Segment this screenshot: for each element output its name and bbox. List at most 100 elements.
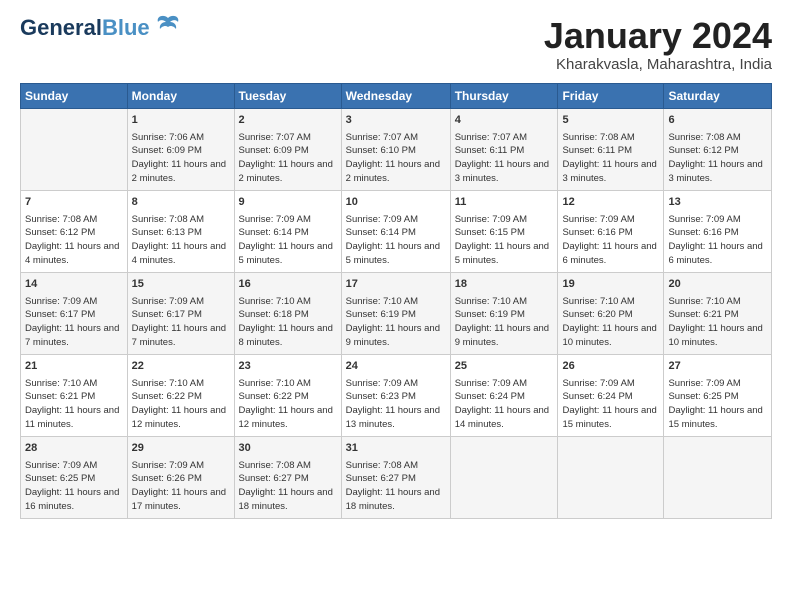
cell-content: Sunrise: 7:09 AM Sunset: 6:24 PM Dayligh… xyxy=(455,377,554,432)
cell-content: Sunrise: 7:09 AM Sunset: 6:14 PM Dayligh… xyxy=(346,213,446,268)
day-number: 29 xyxy=(132,441,230,457)
location: Kharakvasla, Maharashtra, India xyxy=(544,56,772,73)
cell-content: Sunrise: 7:08 AM Sunset: 6:11 PM Dayligh… xyxy=(562,131,659,186)
day-header-tuesday: Tuesday xyxy=(234,83,341,108)
cell-content: Sunrise: 7:09 AM Sunset: 6:23 PM Dayligh… xyxy=(346,377,446,432)
cell-content: Sunrise: 7:09 AM Sunset: 6:16 PM Dayligh… xyxy=(562,213,659,268)
calendar-cell: 18 Sunrise: 7:10 AM Sunset: 6:19 PM Dayli… xyxy=(450,272,558,354)
cell-content: Sunrise: 7:10 AM Sunset: 6:19 PM Dayligh… xyxy=(346,295,446,350)
day-number: 31 xyxy=(346,441,446,457)
day-number: 30 xyxy=(239,441,337,457)
page: GeneralBlue January 2024 Kharakvasla, Ma… xyxy=(0,0,792,529)
day-number: 9 xyxy=(239,195,337,211)
logo-bird-icon xyxy=(154,12,182,40)
calendar-cell: 6 Sunrise: 7:08 AM Sunset: 6:12 PM Daylig… xyxy=(664,108,772,190)
cell-content: Sunrise: 7:09 AM Sunset: 6:25 PM Dayligh… xyxy=(668,377,767,432)
day-number: 11 xyxy=(455,195,554,211)
calendar-cell: 5Sunrise: 7:08 AM Sunset: 6:11 PM Daylig… xyxy=(558,108,664,190)
calendar-cell: 28 Sunrise: 7:09 AM Sunset: 6:25 PM Dayli… xyxy=(21,436,128,518)
logo: GeneralBlue xyxy=(20,16,182,40)
day-number: 26 xyxy=(562,359,659,375)
day-number: 13 xyxy=(668,195,767,211)
week-row-4: 21 Sunrise: 7:10 AM Sunset: 6:21 PM Dayli… xyxy=(21,354,772,436)
calendar-cell: 2Sunrise: 7:07 AM Sunset: 6:09 PM Daylig… xyxy=(234,108,341,190)
day-number: 8 xyxy=(132,195,230,211)
cell-content: Sunrise: 7:07 AM Sunset: 6:10 PM Dayligh… xyxy=(346,131,446,186)
cell-content: Sunrise: 7:09 AM Sunset: 6:16 PM Dayligh… xyxy=(668,213,767,268)
cell-content: Sunrise: 7:08 AM Sunset: 6:12 PM Dayligh… xyxy=(25,213,123,268)
cell-content: Sunrise: 7:07 AM Sunset: 6:09 PM Dayligh… xyxy=(239,131,337,186)
calendar-cell: 19 Sunrise: 7:10 AM Sunset: 6:20 PM Dayli… xyxy=(558,272,664,354)
calendar-cell: 10 Sunrise: 7:09 AM Sunset: 6:14 PM Dayli… xyxy=(341,190,450,272)
cell-content: Sunrise: 7:10 AM Sunset: 6:18 PM Dayligh… xyxy=(239,295,337,350)
calendar-cell: 14 Sunrise: 7:09 AM Sunset: 6:17 PM Dayli… xyxy=(21,272,128,354)
cell-content: Sunrise: 7:10 AM Sunset: 6:19 PM Dayligh… xyxy=(455,295,554,350)
day-number: 7 xyxy=(25,195,123,211)
calendar-table: SundayMondayTuesdayWednesdayThursdayFrid… xyxy=(20,83,772,519)
day-number: 21 xyxy=(25,359,123,375)
cell-content: Sunrise: 7:08 AM Sunset: 6:13 PM Dayligh… xyxy=(132,213,230,268)
day-header-wednesday: Wednesday xyxy=(341,83,450,108)
day-number: 18 xyxy=(455,277,554,293)
day-number: 22 xyxy=(132,359,230,375)
day-number: 25 xyxy=(455,359,554,375)
day-number: 28 xyxy=(25,441,123,457)
cell-content: Sunrise: 7:10 AM Sunset: 6:22 PM Dayligh… xyxy=(239,377,337,432)
day-number: 20 xyxy=(668,277,767,293)
cell-content: Sunrise: 7:09 AM Sunset: 6:15 PM Dayligh… xyxy=(455,213,554,268)
calendar-cell: 21 Sunrise: 7:10 AM Sunset: 6:21 PM Dayli… xyxy=(21,354,128,436)
day-header-friday: Friday xyxy=(558,83,664,108)
cell-content: Sunrise: 7:09 AM Sunset: 6:26 PM Dayligh… xyxy=(132,459,230,514)
day-number: 6 xyxy=(668,113,767,129)
day-number: 24 xyxy=(346,359,446,375)
calendar-cell: 26 Sunrise: 7:09 AM Sunset: 6:24 PM Dayli… xyxy=(558,354,664,436)
month-title: January 2024 xyxy=(544,16,772,56)
calendar-cell: 12 Sunrise: 7:09 AM Sunset: 6:16 PM Dayli… xyxy=(558,190,664,272)
calendar-cell: 30 Sunrise: 7:08 AM Sunset: 6:27 PM Dayli… xyxy=(234,436,341,518)
day-number: 19 xyxy=(562,277,659,293)
day-number: 27 xyxy=(668,359,767,375)
cell-content: Sunrise: 7:09 AM Sunset: 6:17 PM Dayligh… xyxy=(132,295,230,350)
cell-content: Sunrise: 7:06 AM Sunset: 6:09 PM Dayligh… xyxy=(132,131,230,186)
cell-content: Sunrise: 7:10 AM Sunset: 6:21 PM Dayligh… xyxy=(668,295,767,350)
calendar-cell: 22Sunrise: 7:10 AM Sunset: 6:22 PM Dayli… xyxy=(127,354,234,436)
calendar-cell: 13 Sunrise: 7:09 AM Sunset: 6:16 PM Dayli… xyxy=(664,190,772,272)
cell-content: Sunrise: 7:09 AM Sunset: 6:24 PM Dayligh… xyxy=(562,377,659,432)
calendar-cell: 31Sunrise: 7:08 AM Sunset: 6:27 PM Dayli… xyxy=(341,436,450,518)
day-number: 10 xyxy=(346,195,446,211)
calendar-cell: 17Sunrise: 7:10 AM Sunset: 6:19 PM Dayli… xyxy=(341,272,450,354)
day-header-saturday: Saturday xyxy=(664,83,772,108)
calendar-cell: 24 Sunrise: 7:09 AM Sunset: 6:23 PM Dayli… xyxy=(341,354,450,436)
calendar-cell: 8 Sunrise: 7:08 AM Sunset: 6:13 PM Daylig… xyxy=(127,190,234,272)
calendar-cell: 3Sunrise: 7:07 AM Sunset: 6:10 PM Daylig… xyxy=(341,108,450,190)
calendar-cell xyxy=(664,436,772,518)
calendar-cell: 15 Sunrise: 7:09 AM Sunset: 6:17 PM Dayli… xyxy=(127,272,234,354)
day-number: 15 xyxy=(132,277,230,293)
calendar-cell: 16 Sunrise: 7:10 AM Sunset: 6:18 PM Dayli… xyxy=(234,272,341,354)
day-number: 14 xyxy=(25,277,123,293)
day-number: 23 xyxy=(239,359,337,375)
cell-content: Sunrise: 7:08 AM Sunset: 6:27 PM Dayligh… xyxy=(239,459,337,514)
title-block: January 2024 Kharakvasla, Maharashtra, I… xyxy=(544,16,772,73)
week-row-2: 7 Sunrise: 7:08 AM Sunset: 6:12 PM Daylig… xyxy=(21,190,772,272)
calendar-cell: 7 Sunrise: 7:08 AM Sunset: 6:12 PM Daylig… xyxy=(21,190,128,272)
day-number: 12 xyxy=(562,195,659,211)
calendar-cell: 25 Sunrise: 7:09 AM Sunset: 6:24 PM Dayli… xyxy=(450,354,558,436)
cell-content: Sunrise: 7:09 AM Sunset: 6:25 PM Dayligh… xyxy=(25,459,123,514)
cell-content: Sunrise: 7:09 AM Sunset: 6:17 PM Dayligh… xyxy=(25,295,123,350)
logo-blue: Blue xyxy=(102,15,150,40)
calendar-cell: 4Sunrise: 7:07 AM Sunset: 6:11 PM Daylig… xyxy=(450,108,558,190)
calendar-cell: 9 Sunrise: 7:09 AM Sunset: 6:14 PM Daylig… xyxy=(234,190,341,272)
cell-content: Sunrise: 7:09 AM Sunset: 6:14 PM Dayligh… xyxy=(239,213,337,268)
cell-content: Sunrise: 7:10 AM Sunset: 6:21 PM Dayligh… xyxy=(25,377,123,432)
cell-content: Sunrise: 7:10 AM Sunset: 6:20 PM Dayligh… xyxy=(562,295,659,350)
calendar-cell: 11 Sunrise: 7:09 AM Sunset: 6:15 PM Dayli… xyxy=(450,190,558,272)
day-number: 16 xyxy=(239,277,337,293)
header: GeneralBlue January 2024 Kharakvasla, Ma… xyxy=(20,16,772,73)
calendar-cell: 20 Sunrise: 7:10 AM Sunset: 6:21 PM Dayli… xyxy=(664,272,772,354)
day-number: 4 xyxy=(455,113,554,129)
cell-content: Sunrise: 7:08 AM Sunset: 6:12 PM Dayligh… xyxy=(668,131,767,186)
calendar-cell: 1Sunrise: 7:06 AM Sunset: 6:09 PM Daylig… xyxy=(127,108,234,190)
day-header-monday: Monday xyxy=(127,83,234,108)
day-header-sunday: Sunday xyxy=(21,83,128,108)
